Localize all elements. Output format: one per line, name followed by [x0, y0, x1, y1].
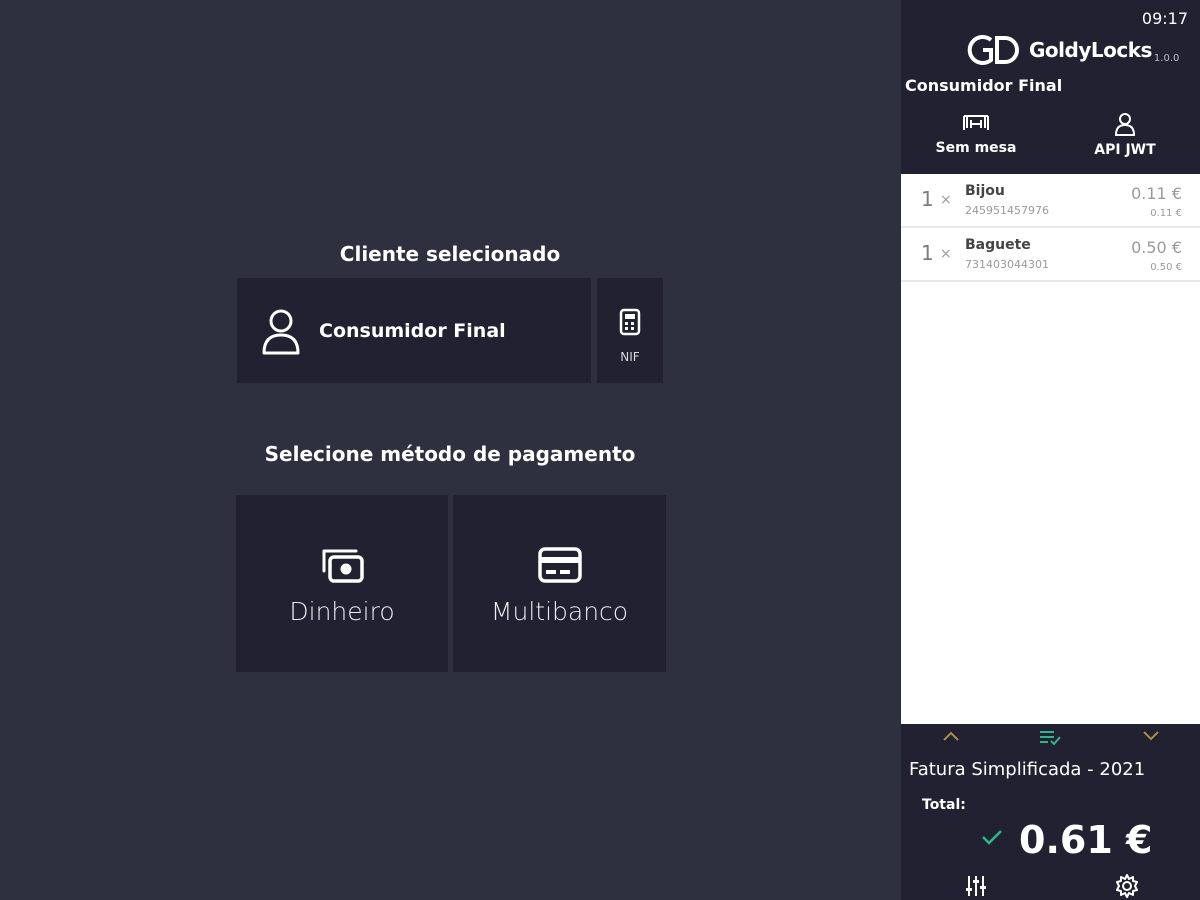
list-check-icon[interactable] [1038, 729, 1062, 745]
total-value: 0.61 € [1019, 818, 1153, 862]
item-code: 731403044301 [965, 258, 1049, 271]
customer-name: Consumidor Final [905, 76, 1063, 95]
nif-label: NIF [620, 350, 640, 364]
item-quantity: 1 [921, 187, 934, 211]
calculator-icon [619, 308, 641, 336]
user-button[interactable]: API JWT [1060, 112, 1190, 158]
check-icon [982, 830, 1002, 845]
selected-client-button[interactable]: Consumidor Final [237, 278, 591, 383]
item-name: Baguete [965, 237, 1031, 253]
total-label: Total: [922, 797, 966, 813]
item-unit-price: 0.11 € [1150, 208, 1182, 219]
nif-button[interactable]: NIF [597, 278, 663, 383]
table-label: Sem mesa [935, 140, 1017, 156]
goldylocks-logo-icon [967, 35, 1019, 65]
order-item[interactable]: 1 × Bijou 2459514579​76 0.11 € 0.11 € [901, 174, 1200, 228]
item-quantity: 1 [921, 241, 934, 265]
client-section-title: Cliente selecionado [339, 242, 561, 266]
pay-cash-label: Dinheiro [289, 597, 395, 626]
logo: GoldyLocks 1.0.0 [967, 30, 1179, 70]
logo-text: GoldyLocks [1029, 38, 1152, 62]
payment-section-title: Selecione método de pagamento [264, 442, 636, 466]
order-sidebar: 09:17 GoldyLocks 1.0.0 Consumidor Final … [901, 0, 1200, 900]
table-select-button[interactable]: Sem mesa [911, 112, 1041, 156]
chevron-down-icon[interactable] [1141, 729, 1161, 743]
order-list[interactable]: 1 × Bijou 2459514579​76 0.11 € 0.11 € 1 … [901, 174, 1200, 724]
client-name: Consumidor Final [319, 319, 506, 342]
item-code: 2459514579​76 [965, 204, 1049, 217]
item-price: 0.50 € [1131, 238, 1182, 257]
item-times-sign: × [940, 246, 952, 262]
payment-screen: Cliente selecionado Consumidor Final NIF… [0, 0, 900, 900]
pay-card-button[interactable]: Multibanco [453, 495, 666, 672]
clock: 09:17 [1141, 9, 1188, 28]
item-unit-price: 0.50 € [1150, 262, 1182, 273]
table-icon [963, 115, 989, 130]
card-icon [537, 547, 582, 583]
cash-icon [322, 549, 364, 583]
user-label: API JWT [1094, 142, 1156, 158]
item-price: 0.11 € [1131, 184, 1182, 203]
pay-cash-button[interactable]: Dinheiro [236, 495, 448, 672]
item-times-sign: × [940, 192, 952, 208]
order-item[interactable]: 1 × Baguete 731403044301 0.50 € 0.50 € [901, 228, 1200, 282]
user-icon [1114, 113, 1136, 136]
sliders-icon[interactable] [964, 874, 988, 898]
pay-card-label: Multibanco [490, 597, 629, 626]
gear-icon[interactable] [1114, 873, 1140, 899]
item-name: Bijou [965, 183, 1005, 199]
chevron-up-icon[interactable] [941, 729, 961, 743]
document-type[interactable]: Fatura Simplificada - 2021 [909, 759, 1145, 780]
person-icon [262, 309, 300, 354]
logo-version: 1.0.0 [1153, 53, 1180, 64]
